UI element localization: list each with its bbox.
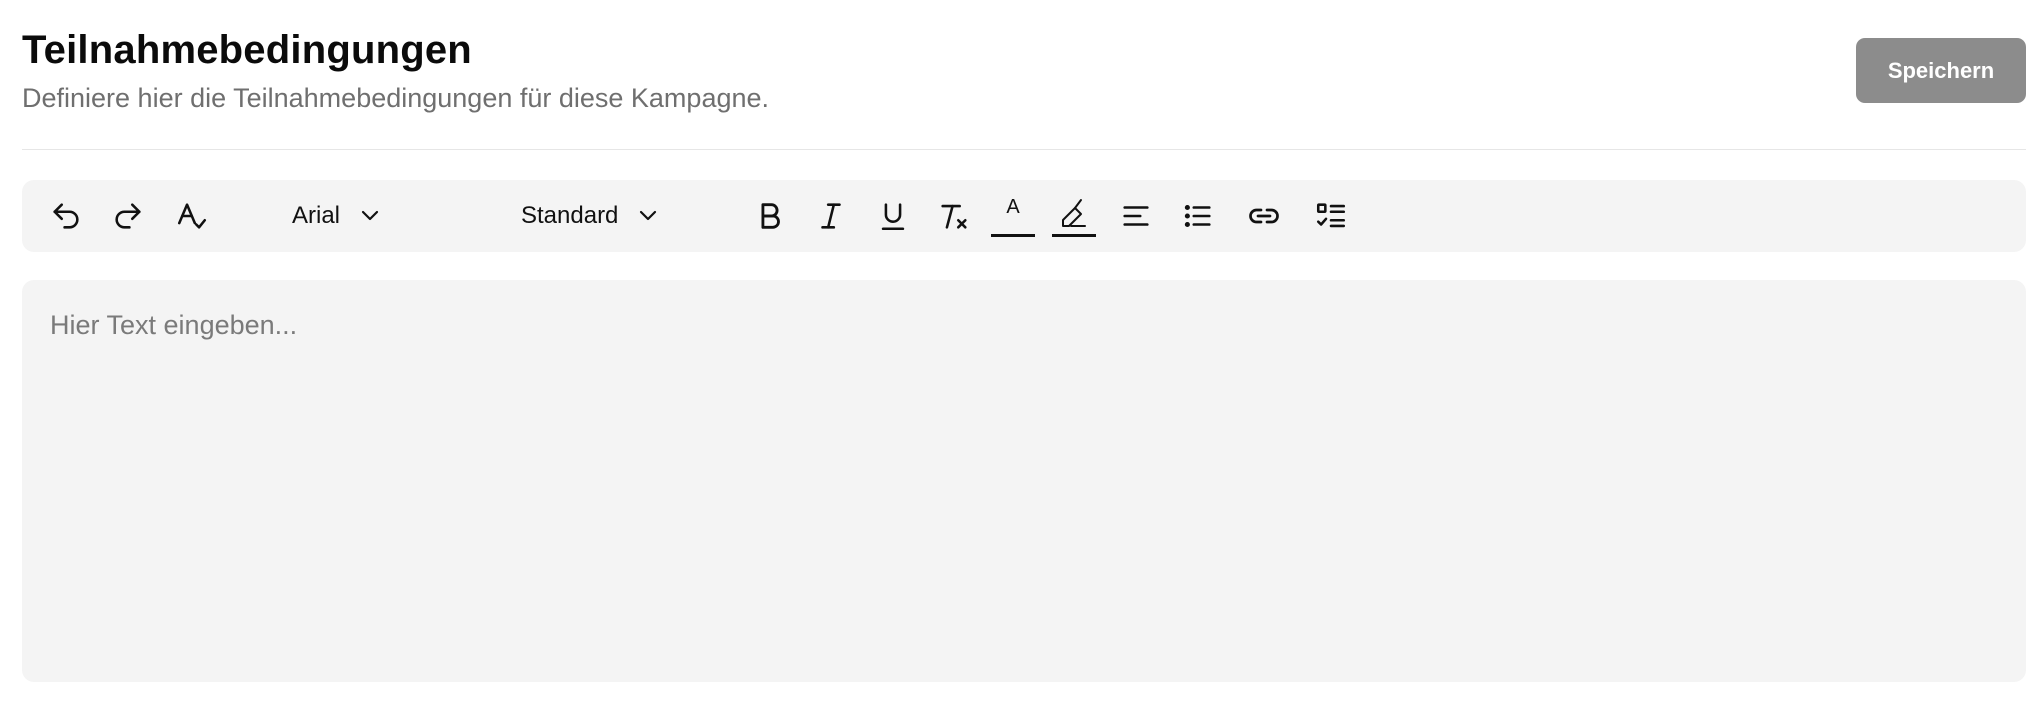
align-left-icon [1123, 206, 1149, 226]
undo-icon [53, 203, 79, 229]
text-style-select[interactable]: Standard [521, 180, 660, 252]
clear-formatting-icon [941, 204, 967, 229]
editor-toolbar: Arial Standard A [22, 180, 2026, 252]
header-divider [22, 149, 2026, 150]
checklist-icon [1316, 203, 1346, 228]
clear-formatting-button[interactable] [932, 180, 976, 252]
checklist-button[interactable] [1309, 180, 1353, 252]
text-style-value: Standard [521, 202, 619, 229]
page-subtitle: Definiere hier die Teilnahmebedingungen … [22, 83, 770, 113]
save-button[interactable]: Speichern [1856, 38, 2026, 103]
highlight-color-button[interactable] [1049, 180, 1099, 252]
chevron-down-icon [361, 210, 379, 221]
text-color-button[interactable]: A [988, 180, 1038, 252]
undo-button[interactable] [44, 180, 88, 252]
font-family-select[interactable]: Arial [292, 180, 382, 252]
text-editor [22, 280, 2026, 682]
underline-button[interactable] [871, 180, 915, 252]
italic-icon [821, 203, 841, 229]
link-icon [1249, 208, 1279, 224]
page-header: Teilnahmebedingungen Definiere hier die … [22, 18, 2026, 128]
bold-icon [761, 203, 780, 229]
underline-icon [881, 203, 905, 231]
bold-button[interactable] [748, 180, 792, 252]
bullet-list-button[interactable] [1176, 180, 1220, 252]
italic-button[interactable] [809, 180, 853, 252]
spellcheck-icon [177, 203, 207, 229]
font-family-value: Arial [292, 202, 341, 229]
spellcheck-button[interactable] [170, 180, 214, 252]
insert-link-button[interactable] [1242, 180, 1286, 252]
page: Teilnahmebedingungen Definiere hier die … [0, 0, 2042, 706]
chevron-down-icon [640, 210, 657, 221]
align-left-button[interactable] [1114, 180, 1158, 252]
bullet-list-icon [1184, 204, 1211, 228]
editor-text-area[interactable] [22, 280, 2026, 682]
redo-icon [115, 203, 141, 229]
page-title: Teilnahmebedingungen [22, 28, 472, 72]
text-color-icon: A [991, 196, 1035, 237]
redo-button[interactable] [106, 180, 150, 252]
highlight-color-icon [1052, 199, 1096, 237]
svg-text:A: A [1006, 196, 1020, 218]
